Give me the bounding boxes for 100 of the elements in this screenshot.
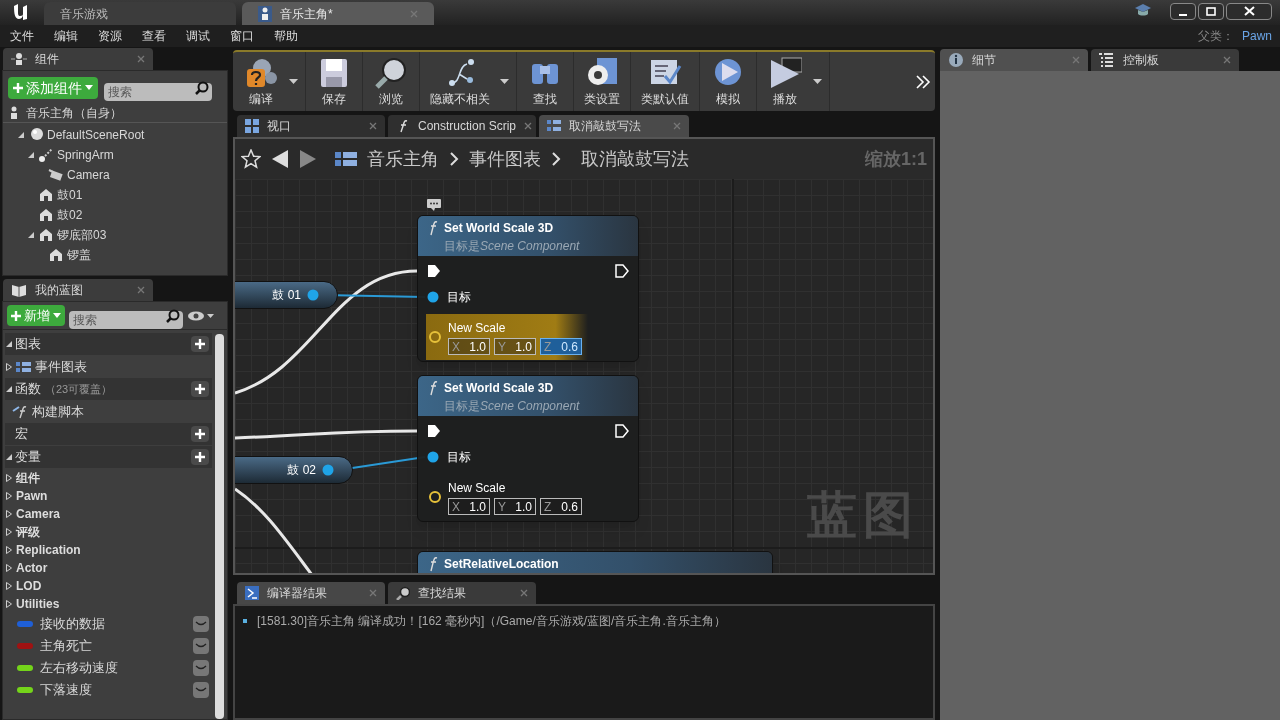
document-tab[interactable]: Construction Scrip <box>388 115 536 137</box>
exec-pin-icon[interactable] <box>615 264 629 278</box>
panel-tab[interactable]: 细节 <box>940 49 1088 71</box>
minimize-button[interactable] <box>1170 2 1196 20</box>
pin-icon[interactable] <box>427 291 441 303</box>
category-item[interactable]: Replication <box>16 541 81 559</box>
document-tab[interactable]: 取消敲鼓写法 <box>539 115 689 137</box>
section-label[interactable]: 变量 <box>15 447 41 467</box>
expander-icon[interactable] <box>5 582 13 590</box>
close-icon[interactable] <box>137 55 145 63</box>
panel-tab[interactable]: 我的蓝图 <box>3 279 153 301</box>
category-item[interactable]: 评级 <box>16 523 40 541</box>
eye-icon[interactable] <box>187 309 215 322</box>
tree-item[interactable]: 鼓02 <box>57 206 83 224</box>
tree-item[interactable]: 锣盖 <box>67 246 91 264</box>
document-tab[interactable]: 音乐游戏 <box>44 2 236 25</box>
expander-icon[interactable] <box>17 131 25 139</box>
forward-button[interactable] <box>299 149 317 169</box>
document-tab[interactable]: 音乐主角* <box>242 2 434 25</box>
add-button[interactable] <box>191 381 209 397</box>
section-label[interactable]: 宏 <box>15 424 28 444</box>
search-field[interactable]: 搜索 <box>69 310 183 329</box>
category-item[interactable]: Utilities <box>16 595 60 613</box>
section-label[interactable]: 图表 <box>15 334 41 354</box>
number-field[interactable]: X 1.0 <box>448 498 490 515</box>
variable-item[interactable]: 下落速度 <box>40 680 92 700</box>
function-node[interactable]: Set World Scale 3D 目标是Scene Component 目标 New Scale X 1.0 Y 1.0 Z 0.6 <box>417 375 639 522</box>
tree-item[interactable]: 鼓01 <box>57 186 83 204</box>
menu-item[interactable]: 查看 <box>132 27 176 45</box>
panel-tab[interactable]: 查找结果 <box>388 582 536 604</box>
expander-icon[interactable] <box>5 340 13 348</box>
expander-icon[interactable] <box>5 546 13 554</box>
search-field[interactable]: 搜索 <box>104 83 212 101</box>
back-button[interactable] <box>271 149 289 169</box>
document-tab[interactable]: 视口 <box>237 115 385 137</box>
toolbar-button[interactable]: 类默认值 <box>635 55 695 108</box>
pin-row[interactable]: New Scale X 1.0 Y 1.0 Z 0.6 <box>426 314 588 360</box>
exec-pin-icon[interactable] <box>615 424 629 438</box>
pin-icon[interactable] <box>427 451 441 463</box>
comment-icon[interactable] <box>427 199 441 211</box>
function-node[interactable]: Set World Scale 3D 目标是Scene Component 目标 New Scale X 1.0 Y 1.0 Z 0.6 <box>417 215 639 362</box>
toolbar-button[interactable]: 隐藏不相关 <box>424 55 496 108</box>
menu-item[interactable]: 窗口 <box>220 27 264 45</box>
close-button[interactable] <box>1226 2 1272 20</box>
category-item[interactable]: 组件 <box>16 469 40 487</box>
panel-tab[interactable]: 控制板 <box>1091 49 1239 71</box>
panel-tab[interactable]: 编译器结果 <box>237 582 385 604</box>
tree-item[interactable]: 锣底部03 <box>57 226 107 244</box>
pin-row[interactable]: New Scale X 1.0 Y 1.0 Z 0.6 <box>426 474 588 520</box>
scrollbar[interactable] <box>215 334 224 719</box>
expander-icon[interactable] <box>27 231 35 239</box>
panel-tab[interactable]: 组件 <box>3 48 153 70</box>
toolbar-button[interactable]: 浏览 <box>367 55 415 108</box>
number-field[interactable]: Y 1.0 <box>494 338 536 355</box>
maximize-button[interactable] <box>1198 2 1224 20</box>
function-item[interactable]: 构建脚本 <box>32 402 84 422</box>
category-item[interactable]: 事件图表 <box>35 357 87 377</box>
menu-item[interactable]: 资源 <box>88 27 132 45</box>
tree-item[interactable]: DefaultSceneRoot <box>47 126 145 144</box>
category-item[interactable]: Actor <box>16 559 48 577</box>
tree-item[interactable]: SpringArm <box>57 146 114 164</box>
exec-pin-icon[interactable] <box>427 264 441 278</box>
variable-node[interactable]: 鼓 01 <box>235 281 338 309</box>
function-node[interactable]: SetRelativeLocation <box>417 551 773 573</box>
expander-icon[interactable] <box>5 600 13 608</box>
breadcrumb-link[interactable]: 取消敲鼓写法 <box>581 145 689 173</box>
variable-item[interactable]: 左右移动速度 <box>40 658 118 678</box>
breadcrumb-link[interactable]: 音乐主角 <box>367 145 439 173</box>
tree-item[interactable]: Camera <box>67 166 110 184</box>
category-item[interactable]: Pawn <box>16 487 48 505</box>
variable-node[interactable]: 鼓 02 <box>235 456 353 484</box>
number-field[interactable]: X 1.0 <box>448 338 490 355</box>
visibility-toggle[interactable] <box>193 616 209 632</box>
exec-pin-icon[interactable] <box>427 424 441 438</box>
close-icon[interactable] <box>369 122 377 130</box>
expander-icon[interactable] <box>27 151 35 159</box>
parent-class-link[interactable]: Pawn <box>1241 27 1272 45</box>
close-icon[interactable] <box>520 589 528 597</box>
breadcrumb-link[interactable]: 事件图表 <box>469 145 541 173</box>
toolbar-button[interactable]: 类设置 <box>578 55 626 108</box>
variable-item[interactable]: 主角死亡 <box>40 636 92 656</box>
star-icon[interactable] <box>241 149 261 169</box>
add-button[interactable] <box>191 426 209 442</box>
category-item[interactable]: LOD <box>16 577 42 595</box>
toolbar-button[interactable]: 保存 <box>310 55 358 108</box>
expander-icon[interactable] <box>5 474 13 482</box>
menu-item[interactable]: 编辑 <box>44 27 88 45</box>
toolbar-button[interactable]: 查找 <box>521 55 569 108</box>
visibility-toggle[interactable] <box>193 660 209 676</box>
expander-icon[interactable] <box>5 363 13 371</box>
pin-icon[interactable] <box>428 490 442 504</box>
number-field[interactable]: Z 0.6 <box>540 338 582 355</box>
close-icon[interactable] <box>137 286 145 294</box>
menu-item[interactable]: 调试 <box>176 27 220 45</box>
menu-item[interactable]: 帮助 <box>264 27 308 45</box>
expander-icon[interactable] <box>5 492 13 500</box>
add-button[interactable] <box>191 336 209 352</box>
section-label[interactable]: 函数 <box>15 379 41 399</box>
number-field[interactable]: Z 0.6 <box>540 498 582 515</box>
menu-item[interactable]: 文件 <box>0 27 44 45</box>
